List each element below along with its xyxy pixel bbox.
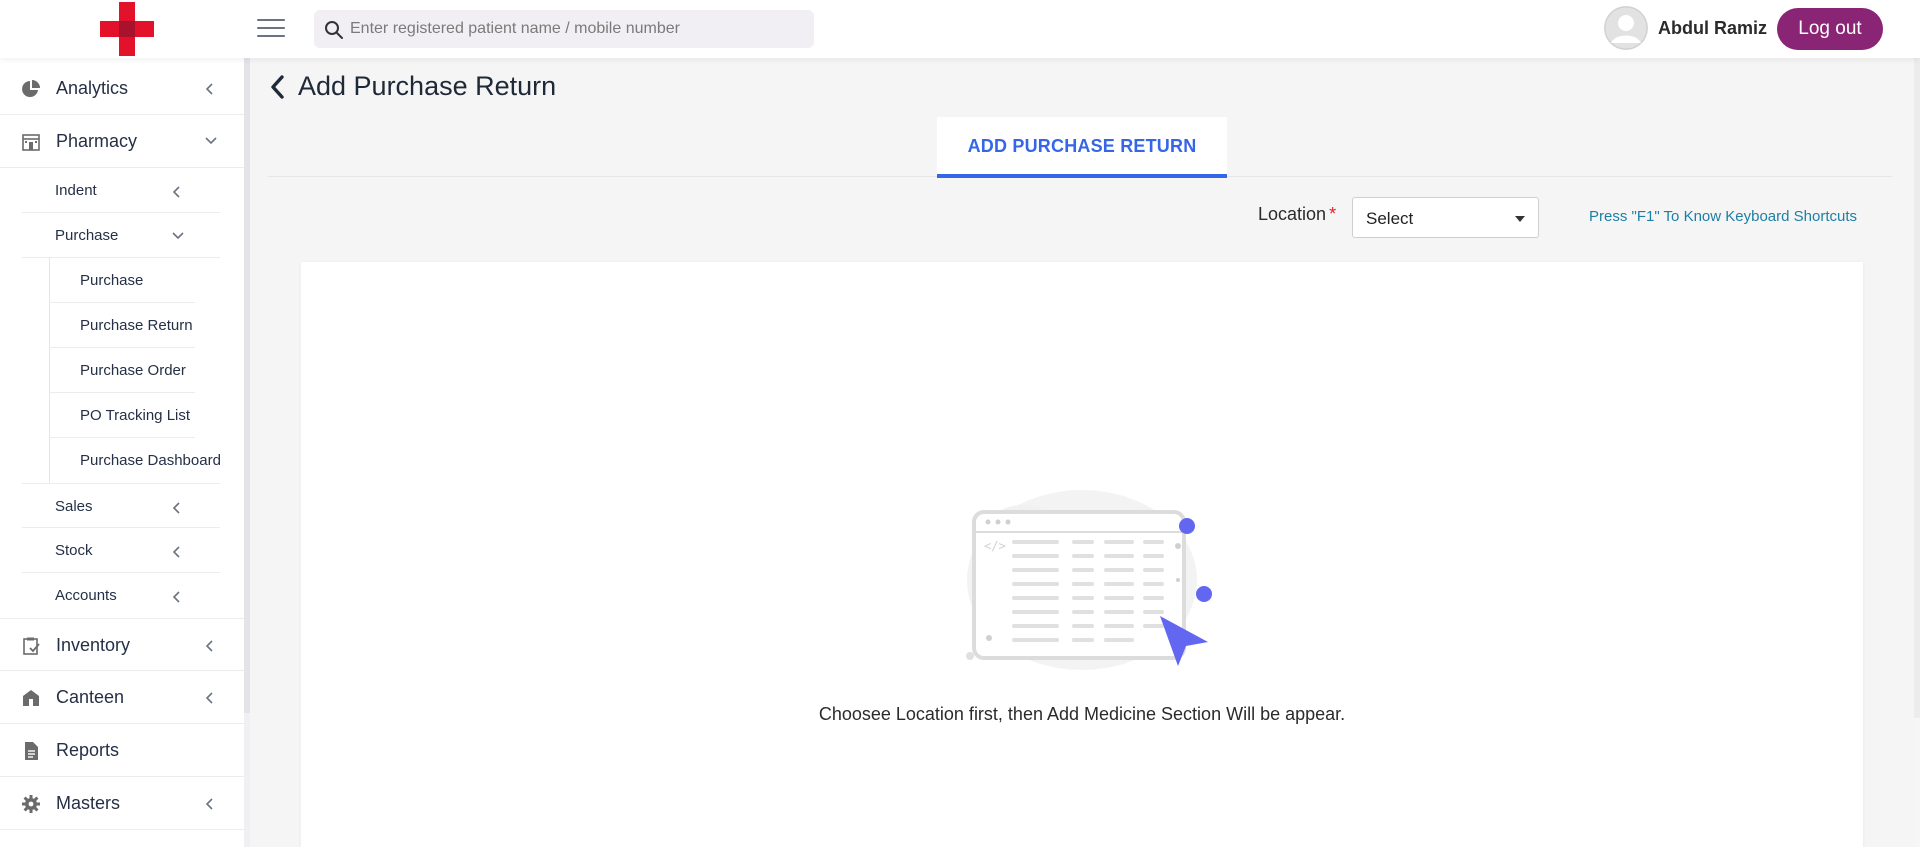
page-scrollbar-thumb[interactable] [1914, 58, 1920, 718]
location-select-value: Select [1366, 209, 1414, 228]
sidebar-item-purchase-group[interactable]: Purchase [22, 213, 220, 258]
sidebar-item-label: Pharmacy [56, 131, 138, 151]
tab-label: ADD PURCHASE RETURN [967, 136, 1197, 156]
sidebar-item-label: Masters [56, 793, 121, 813]
sidebar: Analytics Pharmacy Indent Purchase Purch… [0, 58, 244, 847]
chevron-left-icon [205, 83, 213, 95]
user-icon [1604, 6, 1648, 50]
sidebar-scrollbar-track [244, 713, 250, 847]
sidebar-item-label: Accounts [55, 587, 117, 604]
clipboard-check-icon [23, 637, 40, 655]
chevron-left-icon [172, 546, 180, 558]
logout-button[interactable]: Log out [1777, 8, 1883, 50]
gear-icon [22, 795, 40, 813]
top-header: Abdul Ramiz Log out [0, 0, 1920, 58]
sidebar-item-label: Sales [55, 498, 93, 515]
sidebar-item-inventory[interactable]: Inventory [0, 618, 244, 671]
sidebar-item-label: Analytics [56, 78, 129, 98]
location-select[interactable]: Select [1352, 197, 1539, 238]
sidebar-item-reports[interactable]: Reports [0, 724, 244, 777]
sidebar-item-label: Inventory [56, 635, 131, 655]
sidebar-item-label: Purchase Order [80, 362, 186, 379]
sidebar-item-sales[interactable]: Sales [22, 483, 220, 528]
sidebar-item-analytics[interactable]: Analytics [0, 62, 244, 115]
chevron-down-icon [205, 137, 217, 145]
hospital-cross-logo[interactable] [100, 2, 154, 56]
sidebar-item-purchase[interactable]: Purchase [49, 258, 195, 303]
sidebar-item-purchase-dashboard[interactable]: Purchase Dashboard [49, 438, 229, 483]
sidebar-item-purchase-return[interactable]: Purchase Return [49, 303, 195, 348]
tab-add-purchase-return[interactable]: ADD PURCHASE RETURN [937, 117, 1227, 178]
sidebar-item-stock[interactable]: Stock [22, 528, 220, 573]
sidebar-item-label: Purchase Dashboard [80, 452, 221, 469]
sidebar-item-label: Canteen [56, 687, 125, 707]
sidebar-item-pharmacy[interactable]: Pharmacy [0, 115, 244, 168]
search-input[interactable] [350, 10, 800, 48]
sidebar-item-label: Reports [56, 740, 120, 760]
chevron-left-icon [205, 640, 213, 652]
sidebar-item-masters[interactable]: Masters [0, 777, 244, 830]
caret-down-icon [1515, 216, 1525, 222]
user-name: Abdul Ramiz [1658, 18, 1768, 38]
pharmacy-building-icon [22, 134, 40, 151]
user-avatar[interactable] [1604, 6, 1648, 50]
sidebar-item-accounts[interactable]: Accounts [22, 573, 220, 618]
svg-text:</>: </> [984, 539, 1006, 553]
empty-state-message: Choosee Location first, then Add Medicin… [818, 704, 1346, 724]
sidebar-item-indent[interactable]: Indent [22, 168, 220, 213]
document-icon [25, 742, 38, 760]
search-icon [325, 21, 343, 39]
chevron-left-icon [205, 798, 213, 810]
location-label-text: Location [1258, 204, 1327, 224]
canteen-icon [23, 690, 39, 706]
required-asterisk: * [1329, 204, 1337, 224]
sidebar-item-label: Purchase [80, 272, 144, 289]
chevron-left-icon [172, 502, 180, 514]
chevron-down-icon [172, 232, 184, 240]
sidebar-item-label: Purchase Return [80, 317, 193, 334]
sidebar-item-purchase-order[interactable]: Purchase Order [49, 348, 195, 393]
page-scrollbar-track [1914, 718, 1920, 847]
empty-state-illustration: </> [966, 490, 1212, 670]
sidebar-item-label: PO Tracking List [80, 407, 191, 424]
sidebar-item-po-tracking-list[interactable]: PO Tracking List [49, 393, 195, 438]
chevron-left-icon [205, 692, 213, 704]
chevron-left-icon [172, 591, 180, 603]
sidebar-item-label: Stock [55, 542, 93, 559]
sidebar-item-label: Indent [55, 182, 97, 199]
keyboard-shortcuts-link[interactable]: Press "F1" To Know Keyboard Shortcuts [1589, 208, 1857, 225]
sidebar-item-label: Purchase [55, 227, 119, 244]
sidebar-item-canteen[interactable]: Canteen [0, 671, 244, 724]
pie-chart-icon [22, 80, 40, 97]
location-label: Location * [1258, 204, 1336, 225]
sidebar-scrollbar-thumb[interactable] [244, 58, 250, 713]
hamburger-menu-icon[interactable] [257, 15, 287, 41]
chevron-left-icon [172, 186, 180, 198]
chevron-left-icon [271, 75, 284, 99]
page-title: Add Purchase Return [298, 71, 557, 101]
patient-search [314, 10, 814, 48]
